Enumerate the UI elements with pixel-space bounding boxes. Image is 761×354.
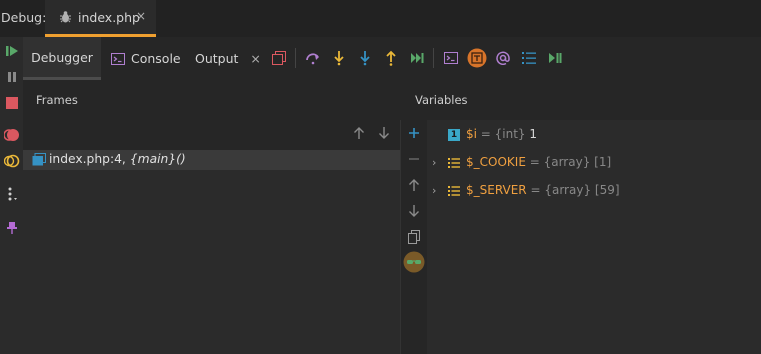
variables-title: Variables (415, 93, 468, 107)
expand-chevron-icon[interactable]: › (432, 184, 436, 197)
tab-output-label: Output (195, 51, 239, 66)
plus-icon (409, 128, 419, 138)
move-watch-down-button[interactable] (403, 200, 425, 222)
variables-toolbar (400, 120, 427, 354)
step-into-button[interactable] (328, 47, 350, 69)
tab-label: index.php (78, 10, 140, 25)
variable-name: $_COOKIE (466, 155, 526, 169)
move-watch-up-button[interactable] (403, 174, 425, 196)
array-icon (448, 186, 460, 196)
copy-watch-button[interactable] (403, 226, 425, 248)
bug-icon (60, 11, 71, 23)
resume-icon (5, 46, 18, 56)
debug-actions-toolbar (0, 37, 23, 354)
tab-index-php[interactable]: index.php × (45, 0, 156, 37)
mute-breakpoints-icon (3, 154, 19, 168)
variable-type: {array} (544, 183, 592, 197)
frames-panel: index.php:4, {main}() (23, 120, 400, 354)
resume-program-button[interactable] (544, 47, 566, 69)
debug-label: Debug: (1, 10, 47, 25)
step-over-button[interactable] (302, 47, 324, 69)
previous-frame-icon[interactable] (353, 126, 365, 140)
frame-function: {main}() (129, 152, 186, 166)
frame-location: index.php:4, (49, 152, 126, 166)
more-options-button[interactable] (0, 183, 23, 205)
evaluate-expression-button[interactable] (440, 47, 462, 69)
frames-title: Frames (36, 93, 78, 107)
variable-row-cookie[interactable]: › $_COOKIE = {array} [1] (427, 153, 761, 175)
stop-icon (5, 97, 18, 109)
pause-button[interactable] (0, 66, 23, 88)
stop-button[interactable] (0, 92, 23, 114)
variable-type: {int} (494, 127, 526, 141)
variable-value: 1 (525, 127, 538, 141)
expand-chevron-icon[interactable]: › (432, 156, 436, 169)
resume-button[interactable] (0, 40, 23, 62)
restore-layout-button[interactable] (268, 47, 290, 69)
run-to-cursor-icon (411, 53, 424, 63)
force-step-into-icon (360, 51, 370, 66)
remove-watch-button[interactable] (403, 148, 425, 170)
variable-name: $i (466, 127, 477, 141)
force-step-into-button[interactable] (354, 47, 376, 69)
view-breakpoints-button[interactable] (0, 124, 23, 146)
variable-row-i[interactable]: 1 $i = {int} 1 (427, 125, 761, 147)
evaluate-expression-icon (444, 52, 458, 64)
step-out-icon (386, 50, 396, 66)
variable-row-server[interactable]: › $_SERVER = {array} [59] (427, 181, 761, 203)
show-execution-point-button[interactable] (466, 47, 488, 69)
tab-output[interactable]: Output × (195, 37, 261, 80)
at-sign-icon (496, 51, 510, 65)
mute-breakpoints-button[interactable] (0, 150, 23, 172)
more-vertical-icon (8, 187, 17, 201)
tab-console[interactable]: Console (111, 37, 181, 80)
array-icon (448, 158, 460, 168)
pin-tab-button[interactable] (0, 217, 23, 239)
debug-tool-window-header: Debug: index.php × (0, 0, 761, 37)
variable-name: $_SERVER (466, 183, 527, 197)
step-into-icon (334, 51, 344, 66)
arrow-up-icon (409, 179, 419, 191)
step-out-button[interactable] (380, 47, 402, 69)
int-icon: 1 (448, 129, 460, 141)
frames-list-button[interactable] (518, 47, 540, 69)
tab-debugger-label: Debugger (31, 49, 93, 65)
execution-point-icon (467, 48, 487, 68)
minus-icon (409, 158, 419, 160)
pin-icon (6, 222, 17, 234)
frame-row[interactable]: index.php:4, {main}() (23, 150, 400, 170)
list-numbered-icon (522, 52, 536, 64)
glasses-icon (403, 251, 425, 273)
show-values-inline-button[interactable] (403, 251, 425, 273)
tab-console-label: Console (131, 51, 181, 66)
close-output-icon[interactable]: × (250, 51, 260, 66)
panel-headers: Frames Variables (23, 80, 761, 120)
new-watch-button[interactable] (403, 122, 425, 144)
debugger-toolbar: Debugger Console Output × (23, 37, 761, 80)
tab-debugger[interactable]: Debugger (23, 37, 101, 80)
pause-icon (7, 72, 16, 82)
variables-panel: 1 $i = {int} 1 › $_COOKIE = {array} [1] … (427, 120, 761, 354)
next-frame-icon[interactable] (378, 126, 390, 140)
frames-toolbar (23, 120, 400, 150)
variable-value: [59] (591, 183, 620, 197)
step-over-icon (306, 53, 319, 65)
variable-type: {array} (543, 155, 591, 169)
arrow-down-icon (409, 205, 419, 217)
breakpoints-icon (3, 129, 19, 141)
close-tab-icon[interactable]: × (136, 9, 146, 23)
run-to-cursor-button[interactable] (406, 47, 428, 69)
restore-layout-icon (272, 51, 286, 65)
copy-icon (408, 230, 420, 244)
play-pause-icon (549, 53, 562, 63)
watch-button[interactable] (492, 47, 514, 69)
stack-frame-icon (32, 153, 46, 166)
variable-value: [1] (590, 155, 612, 169)
console-icon (111, 52, 125, 65)
